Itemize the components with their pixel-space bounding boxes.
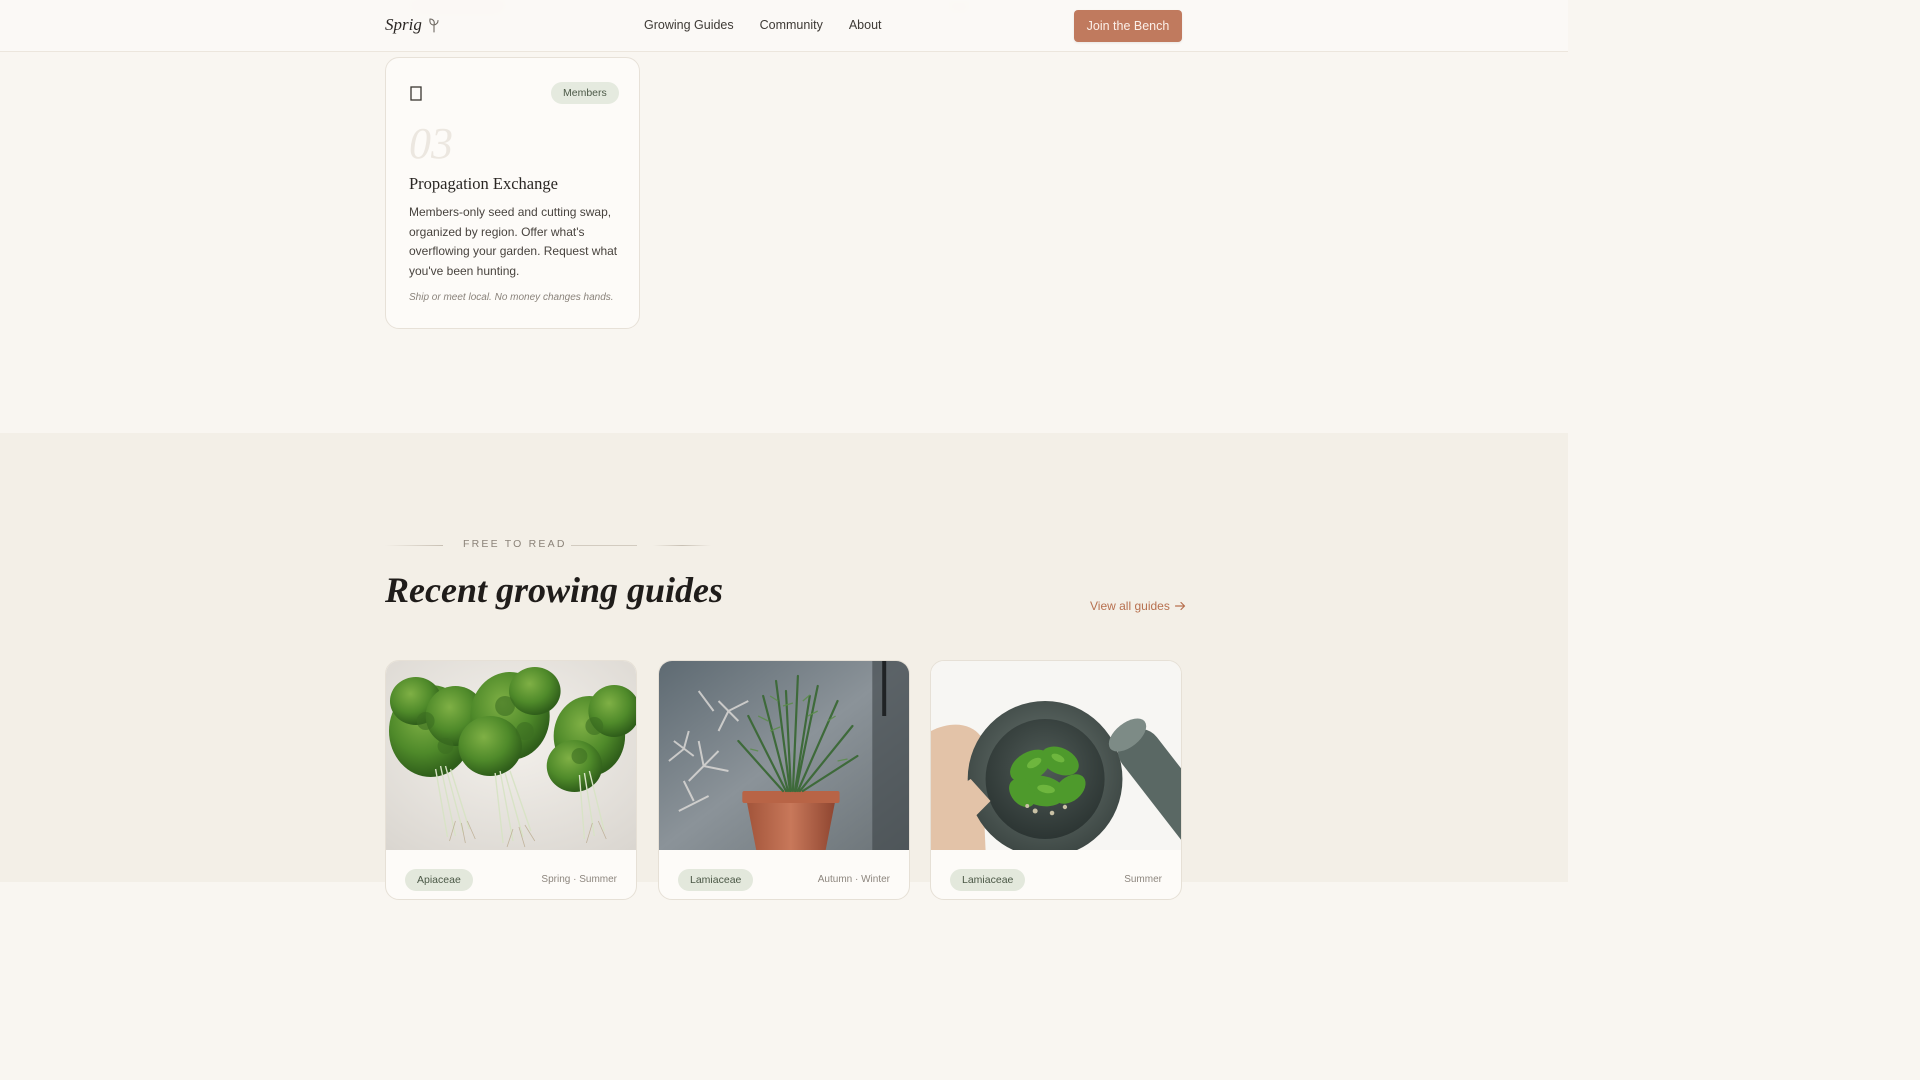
card-note: Ship or meet local. No money changes han… (409, 292, 614, 303)
logo[interactable]: Sprig (385, 15, 440, 35)
guide-family-tag: Lamiaceae (950, 869, 1026, 891)
section-title: Recent growing guides (385, 570, 724, 610)
site-header: Sprig Growing Guides Community About Joi… (0, 0, 1568, 52)
divider-line (385, 545, 443, 546)
guide-card[interactable]: Apiaceae Spring · Summer (385, 660, 637, 900)
view-all-guides-link[interactable]: View all guides (1090, 599, 1186, 613)
section-eyebrow: FREE TO READ (385, 538, 715, 552)
main-nav: Growing Guides Community About (644, 18, 882, 32)
guide-family-tag: Lamiaceae (678, 869, 754, 891)
divider-line (653, 545, 711, 546)
guide-card[interactable]: Lamiaceae Summer (930, 660, 1182, 900)
guide-image-rosemary (659, 661, 909, 850)
feature-card-propagation-exchange[interactable]: Members 03 Propagation Exchange Members-… (385, 57, 640, 329)
card-number: 03 (409, 119, 453, 168)
arrow-right-icon (1174, 601, 1185, 611)
guide-season: Spring · Summer (541, 874, 617, 885)
divider-line (571, 545, 637, 546)
nav-community[interactable]: Community (760, 18, 823, 32)
guide-card[interactable]: Lamiaceae Autumn · Winter (658, 660, 910, 900)
card-title: Propagation Exchange (409, 174, 558, 193)
nav-growing-guides[interactable]: Growing Guides (644, 18, 734, 32)
bookmark-icon (410, 86, 422, 101)
guide-image-basil-mortar (931, 661, 1181, 850)
eyebrow-text: FREE TO READ (463, 538, 567, 550)
guide-season: Autumn · Winter (817, 874, 890, 885)
recent-guides-section: FREE TO READ Recent growing guides View … (0, 433, 1568, 900)
guide-season: Summer (1124, 874, 1162, 885)
view-all-label: View all guides (1090, 599, 1170, 613)
logo-text: Sprig (385, 15, 422, 34)
guide-family-tag: Apiaceae (405, 869, 473, 891)
card-description: Members-only seed and cutting swap, orga… (409, 205, 618, 278)
sprout-icon (429, 18, 439, 33)
nav-about[interactable]: About (849, 18, 882, 32)
members-badge: Members (551, 82, 619, 104)
join-button[interactable]: Join the Bench (1074, 10, 1182, 42)
guide-image-cilantro (386, 661, 636, 850)
